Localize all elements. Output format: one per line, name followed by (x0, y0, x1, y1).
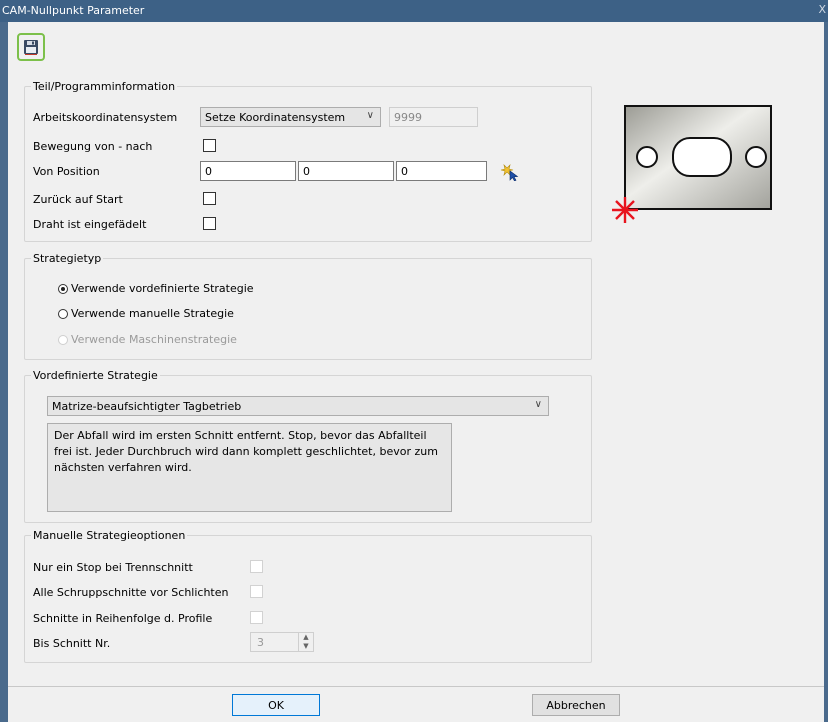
radio-vordefinierte-strategie[interactable]: Verwende vordefinierte Strategie (58, 282, 254, 295)
alle-schruppschnitte-checkbox (250, 585, 263, 598)
spinner-arrows-icon: ▲ ▼ (298, 633, 313, 651)
chevron-down-icon: ∨ (366, 110, 374, 121)
draht-eingefaedelt-checkbox[interactable] (203, 217, 216, 230)
bis-schnitt-stepper: 3 ▲ ▼ (250, 632, 314, 652)
koordinatensystem-number: 9999 (394, 111, 422, 124)
chevron-down-icon: ∨ (534, 399, 542, 410)
center-slot (672, 137, 732, 177)
teil-programminformation-legend: Teil/Programminformation (33, 80, 176, 93)
strategietyp-legend: Strategietyp (33, 252, 102, 265)
von-position-y-value: 0 (303, 165, 310, 178)
vordefinierte-strategie-select[interactable]: Matrize-beaufsichtigter Tagbetrieb ∨ (47, 396, 549, 416)
vordefinierte-strategie-legend: Vordefinierte Strategie (33, 369, 158, 382)
zurueck-auf-start-label: Zurück auf Start (33, 193, 123, 206)
floppy-disk-icon (24, 40, 38, 55)
von-position-z-value: 0 (401, 165, 408, 178)
pick-position-icon[interactable] (500, 163, 522, 181)
bewegung-label: Bewegung von - nach (33, 140, 153, 153)
draht-eingefaedelt-label: Draht ist eingefädelt (33, 218, 147, 231)
radio-manuelle-strategie[interactable]: Verwende manuelle Strategie (58, 307, 234, 320)
radio-dot (58, 283, 68, 294)
ok-button[interactable]: OK (232, 694, 320, 716)
arbeitskoordinatensystem-label: Arbeitskoordinatensystem (33, 111, 178, 124)
dialog-client: Teil/Programminformation Arbeitskoordina… (8, 22, 824, 722)
strategie-description: Der Abfall wird im ersten Schnitt entfer… (47, 423, 452, 512)
nur-ein-stop-checkbox (250, 560, 263, 573)
von-position-label: Von Position (33, 165, 100, 178)
footer-separator (8, 686, 824, 687)
close-icon[interactable]: X (818, 3, 826, 16)
vordefinierte-strategie-value: Matrize-beaufsichtigter Tagbetrieb (52, 400, 242, 413)
cancel-label: Abbrechen (546, 698, 606, 712)
title-bar: CAM-Nullpunkt Parameter X (0, 0, 828, 22)
bis-schnitt-value: 3 (257, 636, 264, 649)
bewegung-checkbox[interactable] (203, 139, 216, 152)
nur-ein-stop-label: Nur ein Stop bei Trennschnitt (33, 561, 193, 574)
radio-maschinenstrategie-label: Verwende Maschinenstrategie (71, 333, 237, 346)
koordinatensystem-value: Setze Koordinatensystem (205, 111, 346, 124)
zurueck-auf-start-checkbox[interactable] (203, 192, 216, 205)
koordinatensystem-select[interactable]: Setze Koordinatensystem ∨ (200, 107, 381, 127)
alle-schruppschnitte-label: Alle Schruppschnitte vor Schlichten (33, 586, 229, 599)
radio-vordefinierte-label: Verwende vordefinierte Strategie (71, 282, 254, 295)
von-position-y-input[interactable]: 0 (298, 161, 394, 181)
save-button[interactable] (17, 33, 45, 61)
von-position-x-input[interactable]: 0 (200, 161, 296, 181)
window-title: CAM-Nullpunkt Parameter (2, 4, 145, 17)
von-position-x-value: 0 (205, 165, 212, 178)
schnitte-reihenfolge-checkbox (250, 611, 263, 624)
bis-schnitt-label: Bis Schnitt Nr. (33, 637, 111, 650)
part-preview (612, 105, 772, 223)
left-hole (636, 146, 658, 168)
schnitte-reihenfolge-label: Schnitte in Reihenfolge d. Profile (33, 612, 213, 625)
strategie-description-text: Der Abfall wird im ersten Schnitt entfer… (54, 429, 438, 474)
ok-label: OK (268, 698, 284, 712)
right-hole (745, 146, 767, 168)
cancel-button[interactable]: Abbrechen (532, 694, 620, 716)
manuelle-strategieoptionen-legend: Manuelle Strategieoptionen (33, 529, 186, 542)
radio-manuelle-label: Verwende manuelle Strategie (71, 307, 234, 320)
radio-maschinenstrategie: Verwende Maschinenstrategie (58, 333, 237, 346)
radio-dot (58, 308, 68, 319)
von-position-z-input[interactable]: 0 (396, 161, 487, 181)
radio-dot (58, 334, 68, 345)
koordinatensystem-number-field: 9999 (389, 107, 478, 127)
